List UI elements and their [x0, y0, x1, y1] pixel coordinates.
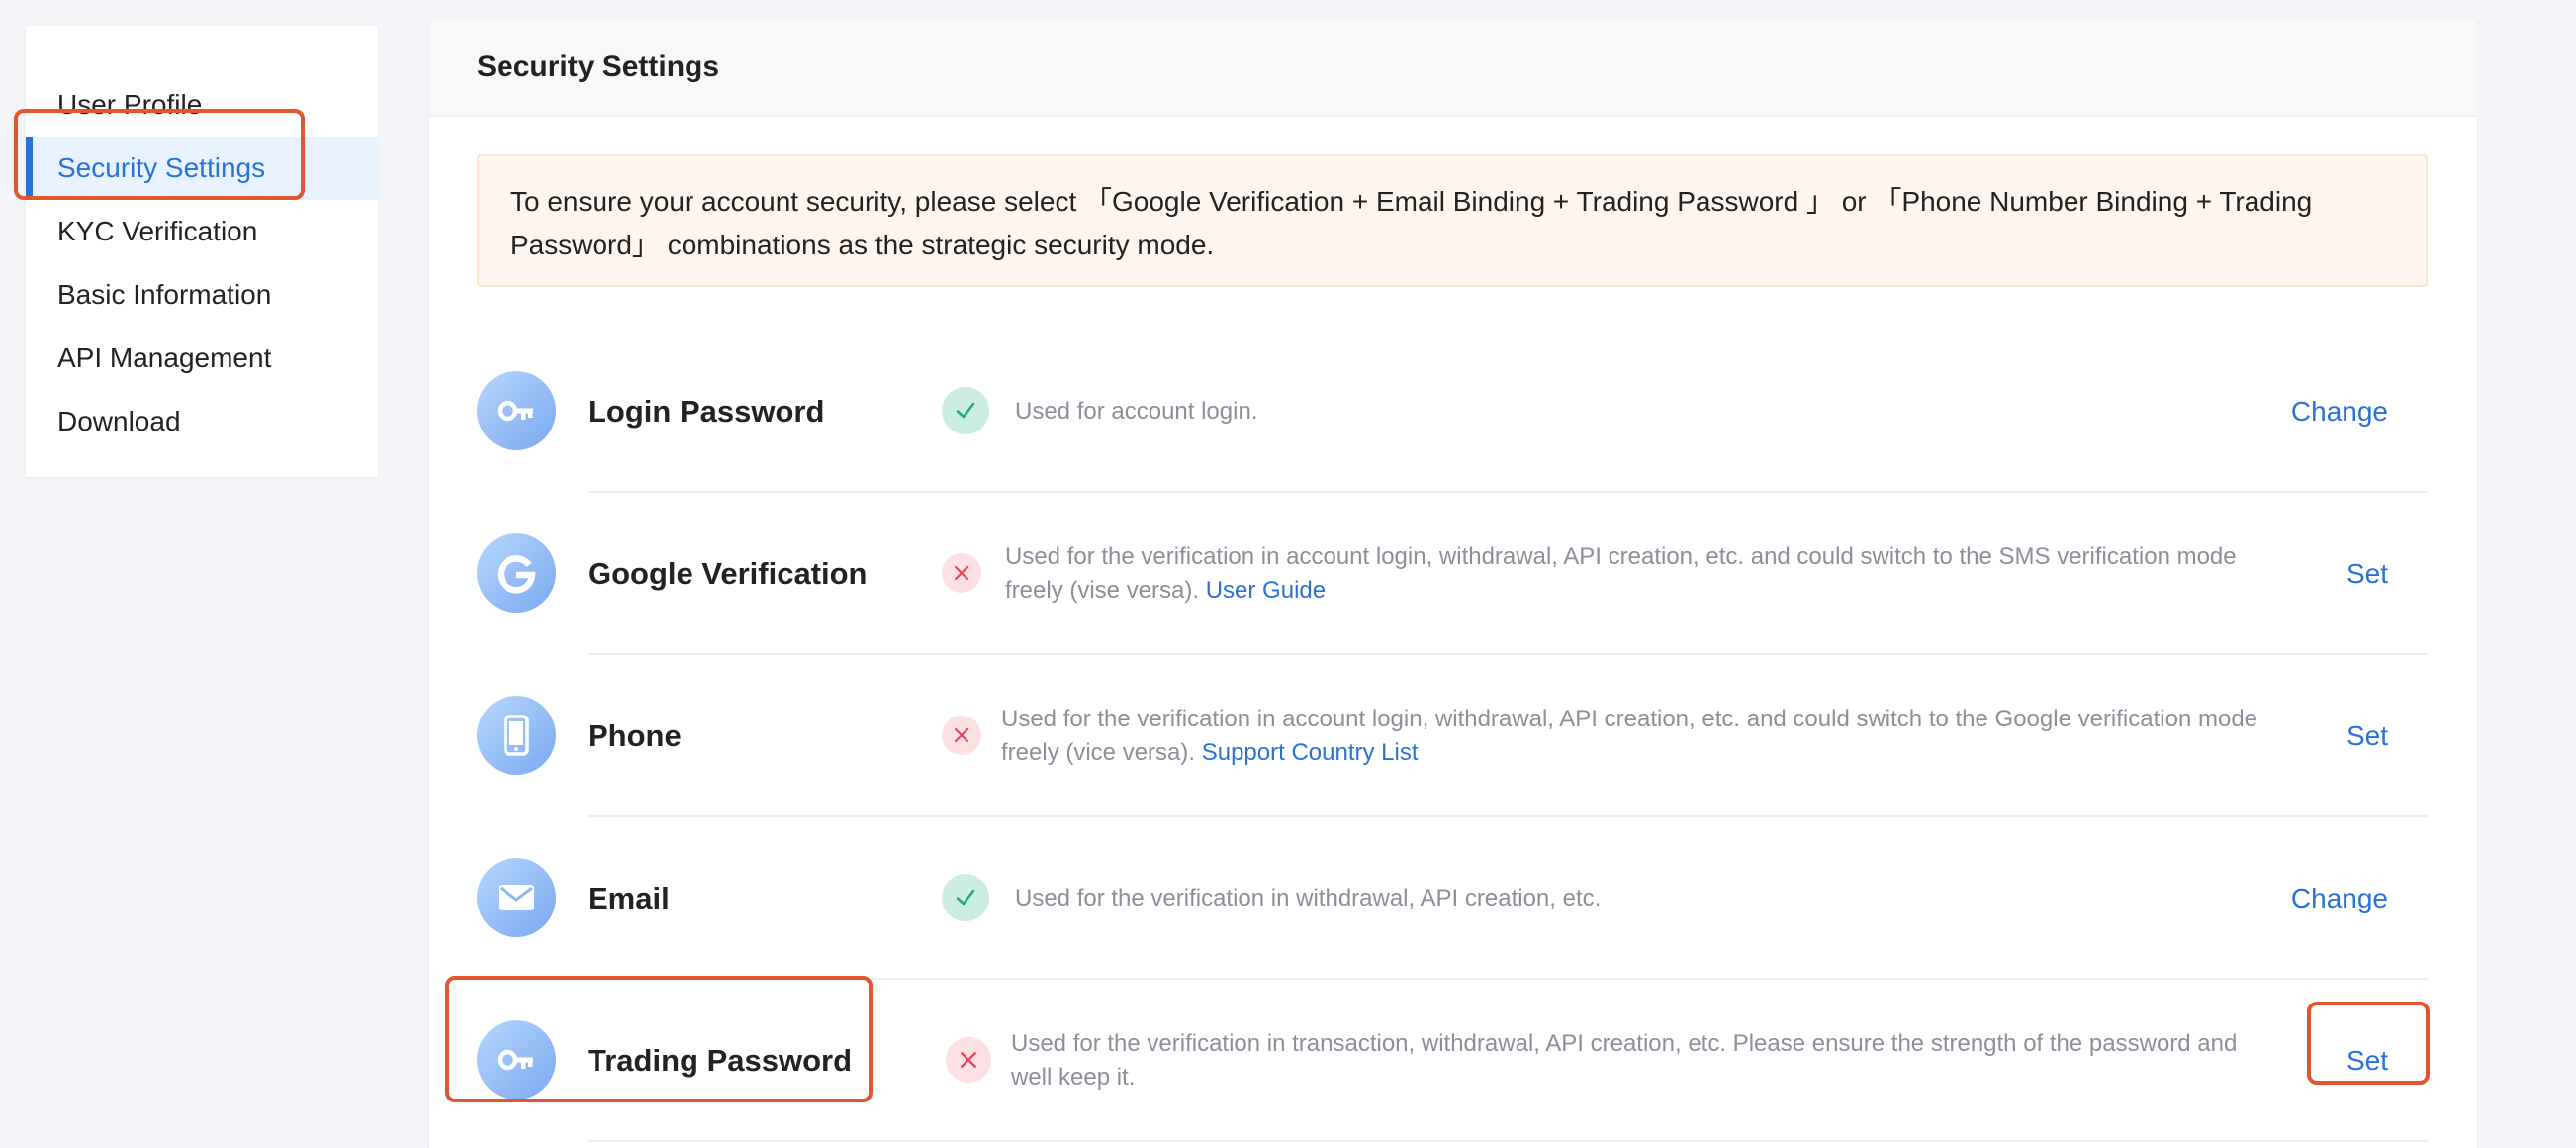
security-notice: To ensure your account security, please … — [477, 154, 2428, 287]
cross-icon — [942, 553, 981, 593]
key-icon — [477, 1020, 556, 1100]
row-title: Email — [588, 881, 670, 915]
row-title: Trading Password — [588, 1043, 853, 1078]
phone-icon — [477, 696, 556, 775]
sidebar-nav: User Profile Security Settings KYC Verif… — [26, 26, 378, 477]
row-description-text: Used for the verification in account log… — [1005, 543, 2237, 604]
check-icon — [942, 874, 989, 921]
change-email-button[interactable]: Change — [2291, 817, 2388, 980]
support-country-list-link[interactable]: Support Country List — [1202, 739, 1419, 766]
security-row-trading-password: Trading Password Used for the verificati… — [477, 980, 2428, 1142]
row-description-text: Used for the verification in transaction… — [1011, 1030, 2238, 1091]
security-row-email: Email Used for the verification in withd… — [477, 817, 2428, 980]
google-icon — [477, 533, 556, 613]
row-description-text: Used for the verification in account log… — [1001, 706, 2258, 766]
row-description: Used for the verification in account log… — [1005, 493, 2261, 655]
change-login-password-button[interactable]: Change — [2291, 331, 2388, 493]
row-divider — [588, 1140, 2428, 1142]
sidebar-item-security-settings[interactable]: Security Settings — [26, 137, 378, 200]
row-description-text: Used for the verification in withdrawal,… — [1015, 885, 1602, 911]
security-settings-panel: Security Settings To ensure your account… — [429, 20, 2477, 1148]
row-title: Phone — [588, 718, 682, 753]
sidebar-item-basic-information[interactable]: Basic Information — [26, 263, 378, 327]
cross-icon — [946, 1037, 991, 1083]
cross-icon — [942, 716, 981, 755]
sidebar-item-download[interactable]: Download — [26, 390, 378, 453]
sidebar-item-kyc-verification[interactable]: KYC Verification — [26, 200, 378, 263]
row-title: Google Verification — [588, 556, 868, 591]
row-description: Used for the verification in transaction… — [1011, 980, 2257, 1142]
mail-icon — [477, 858, 556, 937]
set-phone-button[interactable]: Set — [2346, 655, 2388, 817]
row-description: Used for the verification in withdrawal,… — [1015, 817, 2153, 980]
sidebar-item-user-profile[interactable]: User Profile — [26, 73, 378, 137]
user-guide-link[interactable]: User Guide — [1206, 577, 1326, 604]
set-trading-password-button[interactable]: Set — [2346, 980, 2388, 1142]
security-row-google-verification: Google Verification Used for the verific… — [477, 493, 2428, 655]
sidebar-item-api-management[interactable]: API Management — [26, 327, 378, 390]
set-google-verification-button[interactable]: Set — [2346, 493, 2388, 655]
check-icon — [942, 387, 989, 434]
row-description: Used for the verification in account log… — [1001, 655, 2287, 817]
security-row-login-password: Login Password Used for account login. C… — [477, 331, 2428, 493]
row-title: Login Password — [588, 394, 825, 429]
key-icon — [477, 371, 556, 450]
page-title: Security Settings — [429, 20, 2477, 117]
row-description-text: Used for account login. — [1015, 398, 1258, 425]
row-description: Used for account login. — [1015, 331, 2153, 493]
security-row-phone: Phone Used for the verification in accou… — [477, 655, 2428, 817]
